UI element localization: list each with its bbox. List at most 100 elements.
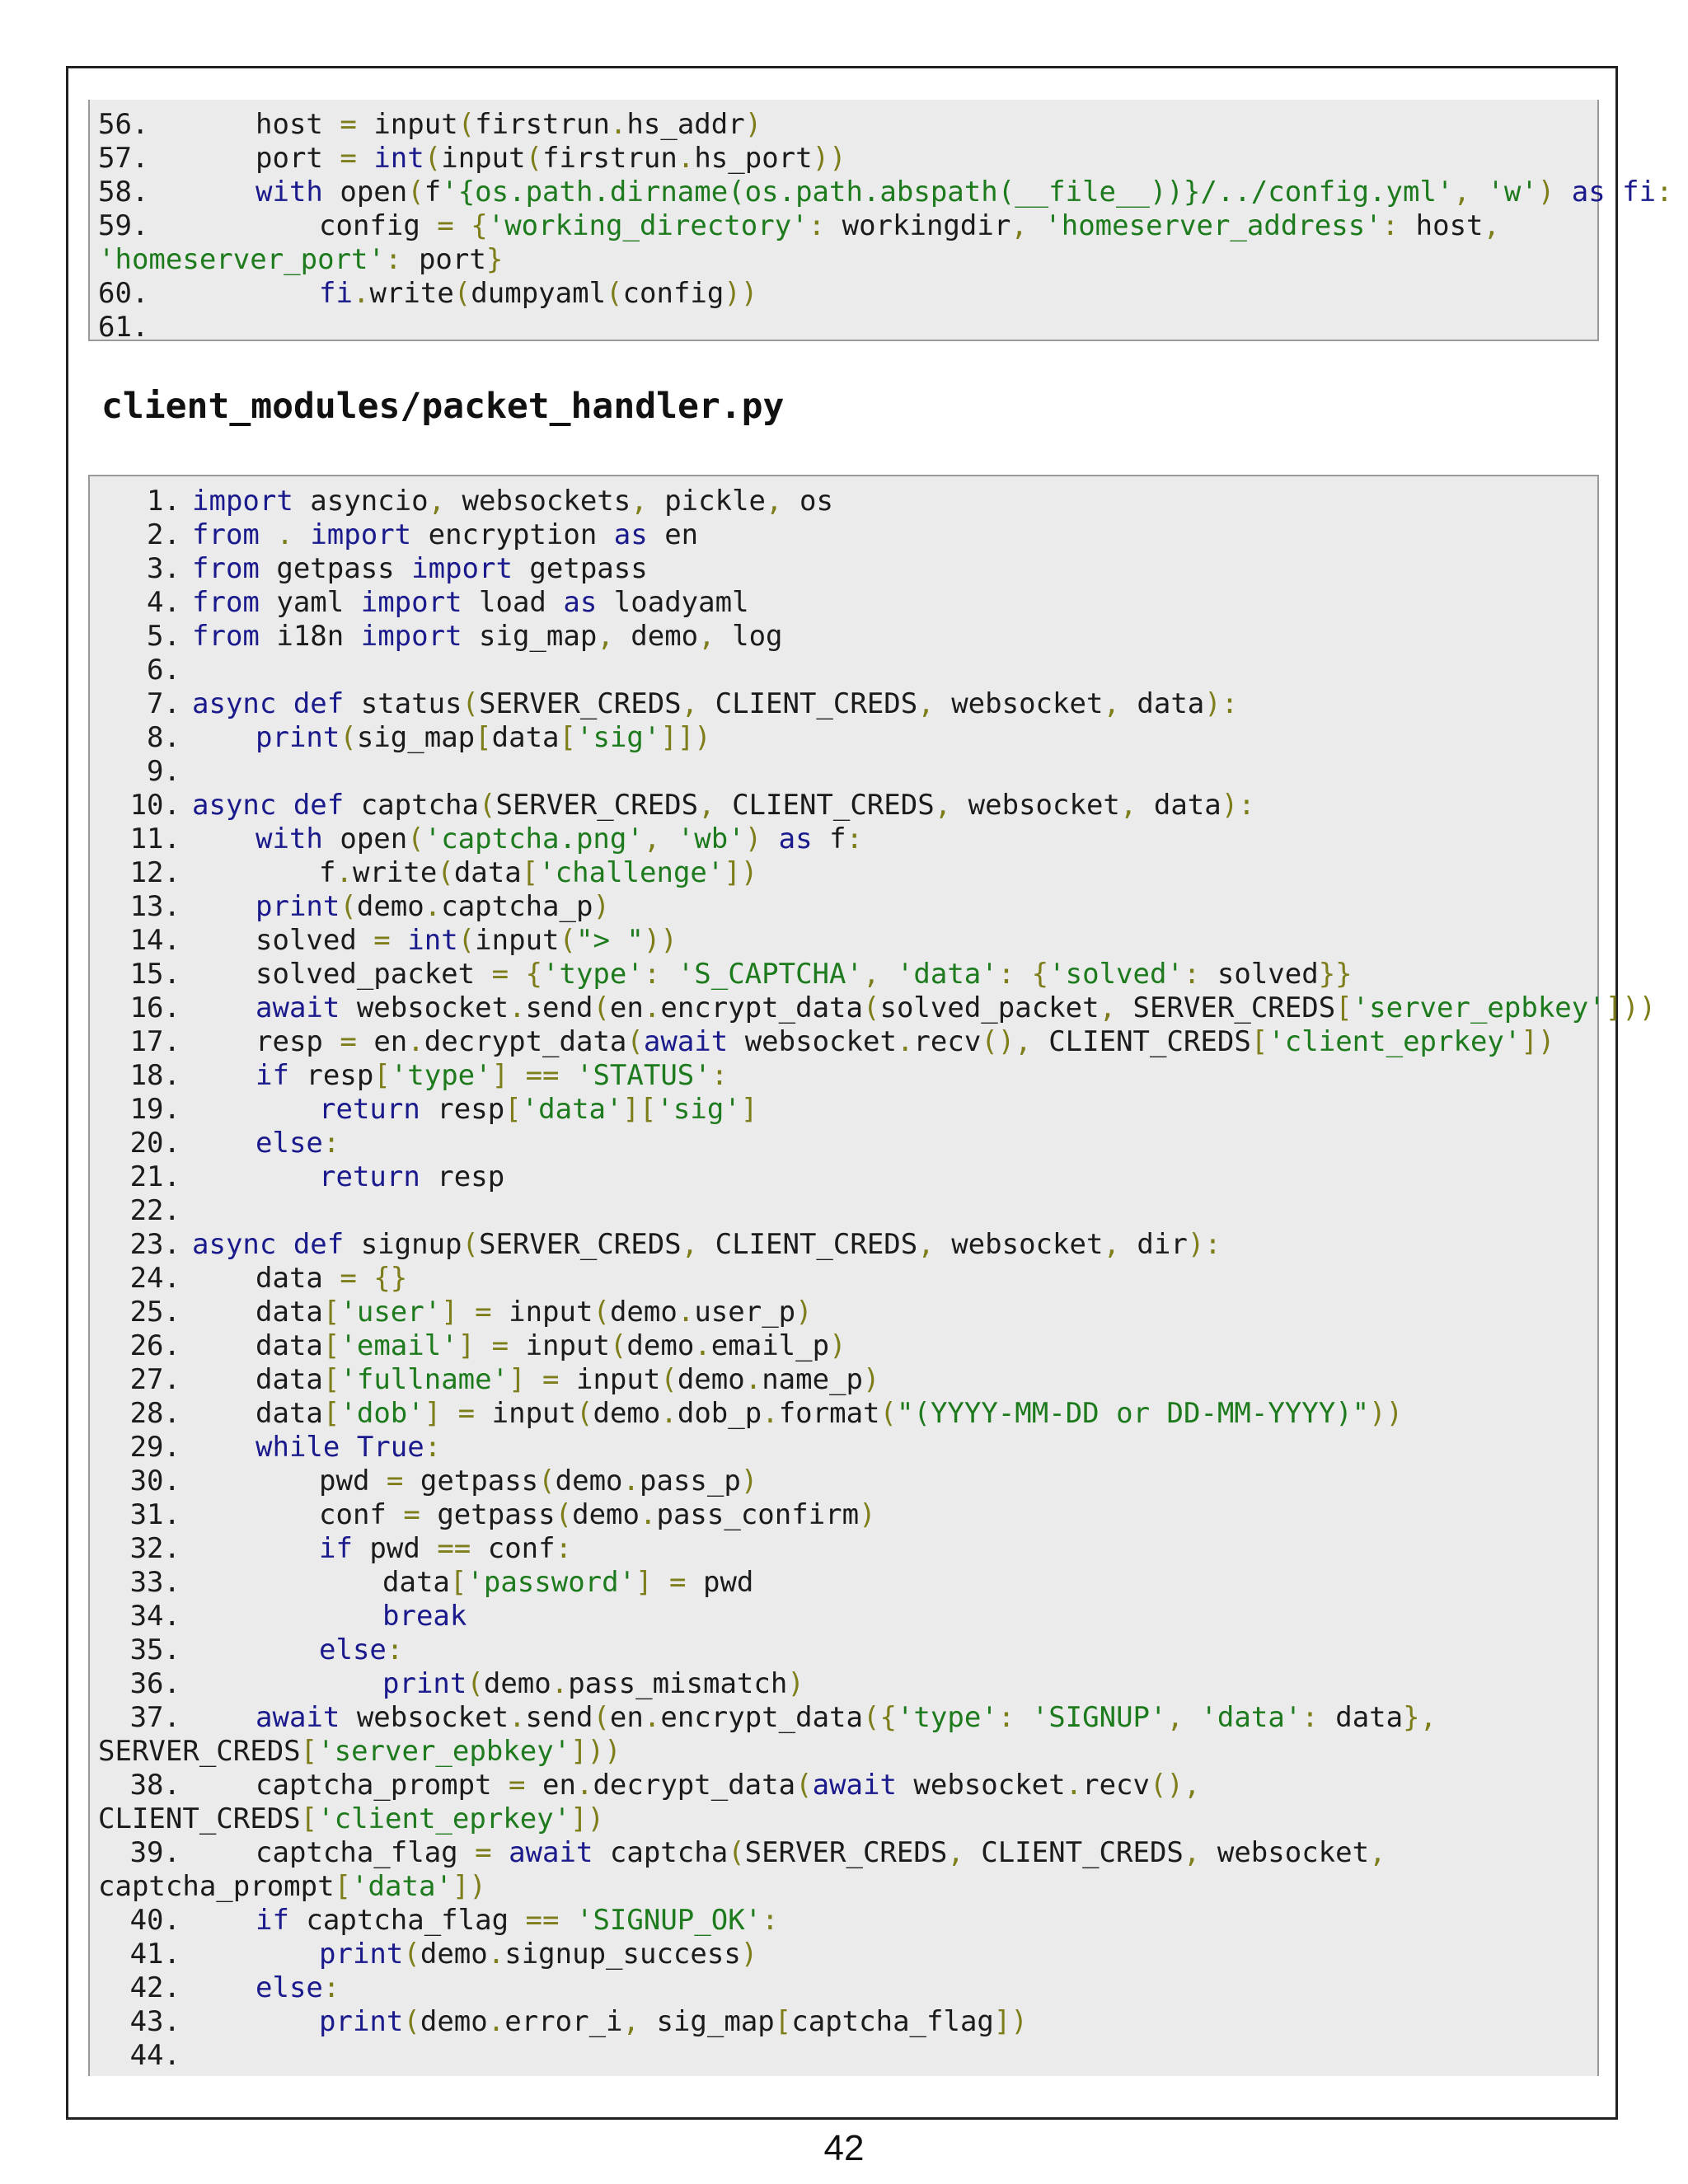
code-token: ][ [622, 1093, 657, 1126]
line-number: 1. [147, 485, 181, 518]
code-token: resp [256, 1025, 323, 1058]
code-token: while [256, 1431, 340, 1464]
code-token: resp [420, 1093, 505, 1126]
code-token: CLIENT_CREDS [732, 789, 935, 822]
code-token: . [509, 991, 526, 1024]
code-token: port [256, 142, 323, 175]
code-token: ] = [509, 1363, 576, 1396]
code-line: 4. from yaml import load as loadyaml [98, 586, 1589, 620]
code-token: websocket [951, 1228, 1104, 1261]
code-line: 1. import asyncio, websockets, pickle, os [98, 485, 1589, 518]
code-token: . [509, 1701, 526, 1734]
code-line: 35. else: [98, 1633, 1589, 1667]
code-token: signup [344, 1228, 462, 1261]
code-line: 59. config = {'working_directory': workin… [98, 209, 1589, 243]
code-token: if [256, 1059, 289, 1092]
code-token: [ [322, 1329, 340, 1362]
code-token: solved [1217, 958, 1319, 991]
file-title: client_modules/packet_handler.py [101, 386, 785, 427]
code-token: pwd [702, 1566, 754, 1599]
code-token: dumpyaml [471, 277, 607, 310]
code-token: [ [475, 721, 492, 754]
code-token: from [192, 586, 260, 619]
code-token: SERVER_CREDS [495, 789, 699, 822]
code-token: data [256, 1363, 323, 1396]
code-token: [ [300, 1802, 318, 1835]
code-token: ( [863, 991, 880, 1024]
code-line: 24. data = {} [98, 1262, 1589, 1296]
line-number: 31. [129, 1498, 181, 1531]
code-token: . [575, 1769, 593, 1802]
code-token: , [1103, 1228, 1137, 1261]
code-token: captcha_flag [791, 2005, 994, 2038]
code-token: (), [1150, 1769, 1201, 1802]
code-token: , [428, 485, 462, 518]
code-token: ( [593, 1701, 610, 1734]
code-line: 56. host = input(firstrun.hs_addr) [98, 108, 1589, 142]
code-token: }} [1318, 958, 1353, 991]
code-token: asyncio [293, 485, 429, 518]
code-token: pass_p [640, 1465, 741, 1497]
code-token: as [778, 823, 813, 855]
code-token: , [1453, 176, 1488, 209]
code-token: ( [424, 142, 442, 175]
code-token: pwd [319, 1465, 370, 1497]
code-token: encrypt_data [660, 1701, 863, 1734]
code-token: , [1483, 209, 1500, 242]
line-number: 10. [129, 789, 181, 822]
code-token: send [525, 991, 593, 1024]
code-token: ) [593, 890, 610, 923]
code-token: int [373, 142, 424, 175]
code-token: SERVER_CREDS [479, 1228, 682, 1261]
line-number: 5. [147, 620, 181, 653]
code-token: ( [457, 924, 476, 957]
code-token: with [256, 823, 323, 855]
page-number: 42 [823, 2128, 865, 2168]
code-token: '{os.path.dirname(os.path.abspath(__file… [441, 176, 1454, 209]
code-token: ( [525, 142, 543, 175]
code-token: en [609, 991, 644, 1024]
code-token: i18n [259, 620, 361, 653]
code-token: ( [407, 823, 424, 855]
code-token: 'SIGNUP' [1031, 1701, 1167, 1734]
code-line: 3. from getpass import getpass [98, 552, 1589, 586]
code-token: if [319, 1532, 353, 1565]
code-token: , [1166, 1701, 1201, 1734]
code-line: 19. return resp['data']['sig'] [98, 1093, 1589, 1127]
code-token: else [319, 1633, 387, 1666]
code-token: input [491, 1397, 576, 1430]
code-token: : [762, 1904, 779, 1937]
code-token: websocket [951, 687, 1104, 720]
code-token: = [457, 1836, 509, 1869]
code-token: ) [744, 823, 779, 855]
code-token: [ [559, 721, 576, 754]
code-token: , [917, 687, 952, 720]
code-line: 36. print(demo.pass_mismatch) [98, 1667, 1589, 1701]
line-number: 29. [129, 1431, 181, 1464]
code-token: input [509, 1296, 593, 1329]
code-line: 7. async def status(SERVER_CREDS, CLIENT_… [98, 687, 1589, 721]
code-token: await [256, 1701, 340, 1734]
code-token: ( [660, 1363, 678, 1396]
code-token: ) [1537, 176, 1555, 209]
line-number: 42. [129, 1971, 181, 2004]
code-token: signup_success [504, 1938, 741, 1971]
code-token: . [660, 1397, 678, 1430]
code-token: ( [462, 687, 480, 720]
code-token: 'dob' [340, 1397, 424, 1430]
code-token: input [475, 924, 560, 957]
code-token: ): [1221, 789, 1255, 822]
code-token: status [344, 687, 462, 720]
code-line: 16. await websocket.send(en.encrypt_data(… [98, 991, 1657, 1025]
code-token: await [256, 991, 340, 1024]
code-token: 'type' [896, 1701, 998, 1734]
line-number: 18. [129, 1059, 181, 1092]
code-token: data [1137, 687, 1205, 720]
code-token: ) [744, 108, 762, 141]
line-number: 33. [129, 1566, 181, 1599]
line-number: 14. [129, 924, 181, 957]
code-token: 'data' [1200, 1701, 1302, 1734]
code-line: 38. captcha_prompt = en.decrypt_data(awai… [98, 1769, 1589, 1802]
code-line: 21. return resp [98, 1160, 1589, 1194]
code-token: , [622, 2005, 657, 2038]
